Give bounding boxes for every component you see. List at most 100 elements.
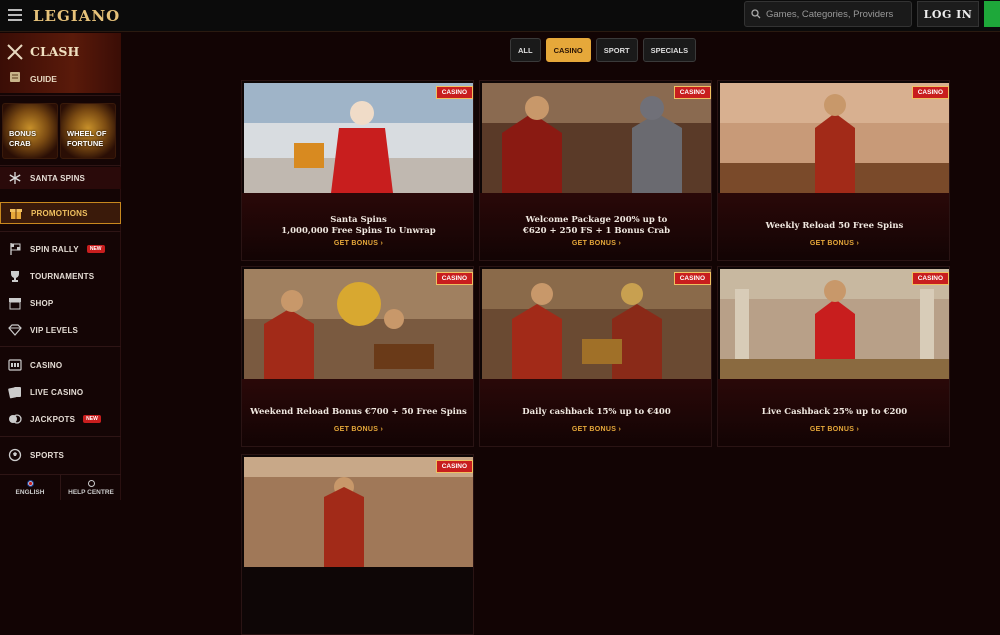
sidebar-item-promotions[interactable]: PROMOTIONS: [0, 202, 121, 224]
card-footer: Daily cashback 15% up to €400 GET BONUS …: [480, 379, 711, 446]
chevron-right-icon: ›: [856, 426, 860, 433]
sidebar-footer: ENGLISH HELP CENTRE: [0, 474, 121, 500]
category-tag: CASINO: [911, 272, 949, 285]
flag-icon: [10, 243, 21, 255]
chevron-right-icon: ›: [380, 426, 384, 433]
chevron-right-icon: ›: [856, 240, 860, 247]
card-subtitle: €620 + 250 FS + 1 Bonus Crab: [522, 226, 671, 236]
general-artwork: [720, 83, 949, 193]
login-button[interactable]: LOG IN: [917, 1, 979, 27]
divider: [0, 165, 121, 166]
card-footer: Weekly Reload 50 Free Spins GET BONUS ›: [718, 193, 949, 260]
help-centre-link[interactable]: HELP CENTRE: [61, 475, 121, 500]
promo-card-welcome-package[interactable]: CASINO Welcome Package 200% up to €620 +…: [479, 80, 712, 261]
sidebar-item-tournaments[interactable]: TOURNAMENTS: [0, 265, 121, 287]
promo-card-daily-cashback[interactable]: CASINO Daily cashback 15% up to €400 GET…: [479, 266, 712, 447]
get-bonus-label: GET BONUS: [571, 426, 617, 433]
filter-casino[interactable]: CASINO: [545, 38, 591, 62]
get-bonus-link[interactable]: GET BONUS ›: [242, 240, 473, 247]
card-footer: Welcome Package 200% up to €620 + 250 FS…: [480, 193, 711, 260]
bonus-crab-tile[interactable]: BONUS CRAB: [2, 103, 58, 159]
filter-sport[interactable]: SPORT: [595, 38, 638, 62]
get-bonus-link[interactable]: GET BONUS ›: [718, 240, 949, 247]
search-box[interactable]: [744, 1, 912, 27]
logo[interactable]: LEGIANO: [33, 7, 120, 25]
get-bonus-label: GET BONUS: [333, 426, 379, 433]
sidebar-item-label: PROMOTIONS: [31, 208, 88, 218]
gift-icon: [10, 209, 22, 219]
clash-banner[interactable]: CLASH GUIDE: [0, 33, 121, 93]
get-bonus-link[interactable]: GET BONUS ›: [480, 240, 711, 247]
guide-link[interactable]: GUIDE: [30, 74, 57, 84]
santa-artwork: [244, 83, 473, 193]
get-bonus-link[interactable]: GET BONUS ›: [480, 426, 711, 433]
divider: [0, 346, 121, 347]
card-footer: Live Cashback 25% up to €200 GET BONUS ›: [718, 379, 949, 446]
clash-label: CLASH: [30, 44, 80, 59]
chevron-right-icon: ›: [618, 426, 622, 433]
cards-icon: [8, 387, 21, 399]
category-tag: CASINO: [911, 86, 949, 99]
get-bonus-label: GET BONUS: [809, 426, 855, 433]
sidebar-item-shop[interactable]: SHOP: [0, 292, 121, 314]
sidebar-item-casino[interactable]: CASINO: [0, 354, 121, 376]
promo-card-live-cashback[interactable]: CASINO Live Cashback 25% up to €200 GET …: [717, 266, 950, 447]
sidebar: CLASH GUIDE BONUS CRAB WHEEL OF FORTUNE SA…: [0, 33, 121, 500]
diamond-icon: [8, 324, 22, 336]
search-icon: [751, 9, 761, 19]
sidebar-item-vip-levels[interactable]: VIP LEVELS: [0, 319, 121, 341]
sidebar-item-label: SANTA SPINS: [30, 173, 86, 183]
sidebar-item-sports[interactable]: SPORTS: [0, 444, 121, 466]
sidebar-item-label: VIP LEVELS: [30, 325, 79, 335]
menu-icon[interactable]: [8, 9, 22, 21]
language-label: ENGLISH: [15, 488, 45, 496]
promo-card-partial[interactable]: CASINO: [241, 454, 474, 635]
card-title: Weekly Reload 50 Free Spins: [765, 221, 904, 231]
category-tag: CASINO: [435, 460, 473, 473]
divider: [0, 95, 121, 96]
get-bonus-label: GET BONUS: [333, 240, 379, 247]
coins-icon: [9, 414, 22, 424]
wheel-of-fortune-tile[interactable]: WHEEL OF FORTUNE: [60, 103, 116, 159]
top-bar: LEGIANO LOG IN: [0, 0, 1000, 32]
get-bonus-link[interactable]: GET BONUS ›: [242, 426, 473, 433]
divider: [0, 436, 121, 437]
card-title: Weekend Reload Bonus €700 + 50 Free Spin…: [250, 407, 467, 417]
tile-label: WHEEL OF: [67, 129, 107, 138]
crossed-swords-icon: [7, 44, 23, 60]
sidebar-item-label: CASINO: [30, 360, 63, 370]
get-bonus-label: GET BONUS: [571, 240, 617, 247]
promo-card-weekend-reload[interactable]: CASINO Weekend Reload Bonus €700 + 50 Fr…: [241, 266, 474, 447]
sidebar-item-jackpots[interactable]: JACKPOTS NEW: [0, 408, 121, 430]
get-bonus-label: GET BONUS: [809, 240, 855, 247]
category-tag: CASINO: [435, 86, 473, 99]
slot-machine-icon: [8, 359, 22, 371]
new-badge: NEW: [83, 415, 101, 423]
new-badge: NEW: [86, 245, 105, 253]
sidebar-item-live-casino[interactable]: LIVE CASINO: [0, 381, 121, 403]
sidebar-item-label: LIVE CASINO: [30, 387, 84, 397]
card-subtitle: 1,000,000 Free Spins To Unwrap: [281, 226, 436, 236]
tile-label: FORTUNE: [67, 139, 104, 148]
card-footer: Weekend Reload Bonus €700 + 50 Free Spin…: [242, 379, 473, 446]
card-title: Santa Spins: [330, 215, 387, 225]
tile-label: CRAB: [9, 139, 31, 148]
emperor-artwork: [720, 269, 949, 379]
category-tag: CASINO: [673, 86, 711, 99]
sidebar-item-santa-spins[interactable]: SANTA SPINS: [0, 167, 121, 189]
sidebar-item-spin-rally[interactable]: SPIN RALLY NEW: [0, 238, 121, 260]
card-title: Daily cashback 15% up to €400: [522, 407, 671, 417]
join-button[interactable]: [984, 1, 1000, 27]
chevron-right-icon: ›: [618, 240, 622, 247]
chevron-right-icon: ›: [380, 240, 384, 247]
language-selector[interactable]: ENGLISH: [0, 475, 61, 500]
gladiators-artwork: [482, 83, 711, 193]
sidebar-item-label: JACKPOTS: [30, 414, 76, 424]
filter-all[interactable]: ALL: [510, 38, 541, 62]
promo-card-santa-spins[interactable]: CASINO Santa Spins 1,000,000 Free Spins …: [241, 80, 474, 261]
get-bonus-link[interactable]: GET BONUS ›: [718, 426, 949, 433]
filter-specials[interactable]: SPECIALS: [642, 38, 697, 62]
search-input[interactable]: [766, 8, 906, 20]
promo-card-weekly-reload[interactable]: CASINO Weekly Reload 50 Free Spins GET B…: [717, 80, 950, 261]
card-footer: Santa Spins 1,000,000 Free Spins To Unwr…: [242, 193, 473, 260]
